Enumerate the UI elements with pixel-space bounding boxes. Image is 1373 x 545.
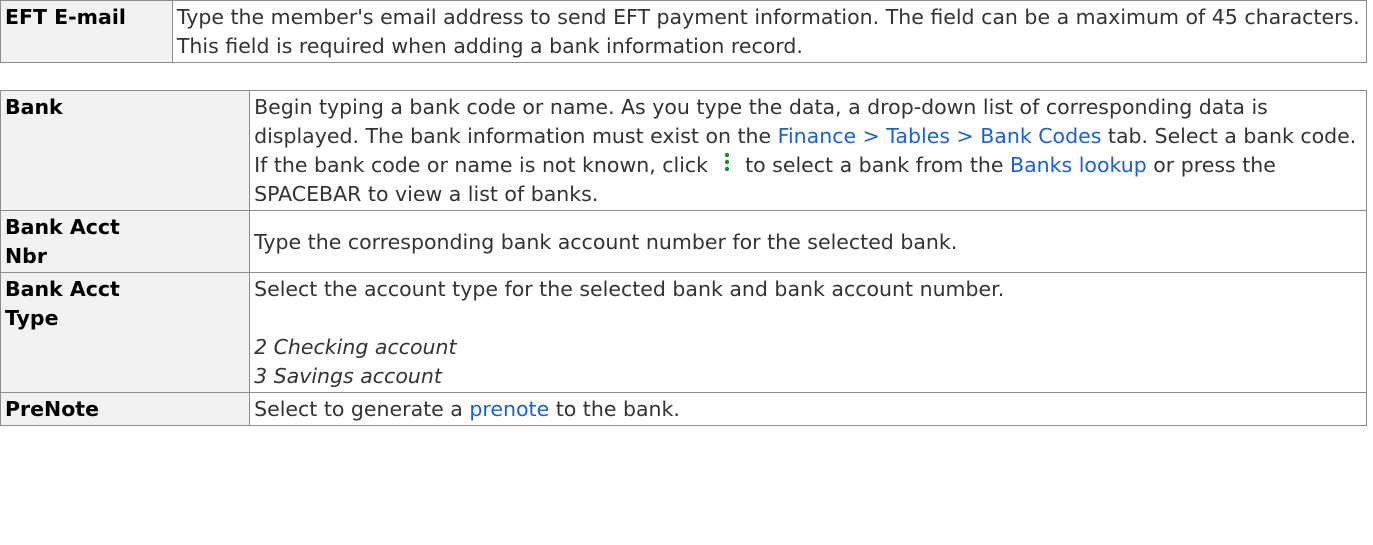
option-checking: 2 Checking account <box>254 335 457 359</box>
field-description-eft-email: Type the member's email address to send … <box>171 0 1368 63</box>
field-label-bank: Bank <box>0 90 251 211</box>
table-row: EFT E-mail Type the member's email addre… <box>0 0 1368 63</box>
bank-acct-type-desc: Select the account type for the selected… <box>254 277 1005 301</box>
bank-fields-table: Bank Begin typing a bank code or name. A… <box>0 90 1367 426</box>
field-label-bank-acct-nbr: Bank Acct Nbr <box>0 210 251 273</box>
label-line-2: Nbr <box>5 244 47 268</box>
finance-bank-codes-link[interactable]: Finance > Tables > Bank Codes <box>778 124 1102 148</box>
field-description-bank: Begin typing a bank code or name. As you… <box>249 90 1367 211</box>
table-row: Bank Begin typing a bank code or name. A… <box>0 90 1367 211</box>
table-row: Bank Acct Nbr Type the corresponding bank… <box>0 210 1367 273</box>
prenote-desc-text-1: Select to generate a <box>254 397 470 421</box>
bank-desc-text-3: to select a bank from the <box>738 153 1011 177</box>
table-row: Bank Acct Type Select the account type fo… <box>0 272 1367 393</box>
label-line-1: Bank Acct <box>5 277 120 301</box>
option-savings: 3 Savings account <box>254 364 442 388</box>
field-description-bank-acct-type: Select the account type for the selected… <box>249 272 1367 393</box>
prenote-desc-text-2: to the bank. <box>549 397 680 421</box>
kebab-icon[interactable] <box>715 152 739 174</box>
label-line-1: Bank Acct <box>5 215 120 239</box>
prenote-link[interactable]: prenote <box>469 397 549 421</box>
field-label-prenote: PreNote <box>0 392 251 426</box>
field-label-bank-acct-type: Bank Acct Type <box>0 272 251 393</box>
label-line-2: Type <box>5 306 59 330</box>
table-row: PreNote Select to generate a prenote to … <box>0 392 1367 426</box>
field-description-bank-acct-nbr: Type the corresponding bank account numb… <box>249 210 1367 273</box>
eft-email-table: EFT E-mail Type the member's email addre… <box>0 0 1368 63</box>
banks-lookup-link[interactable]: Banks lookup <box>1010 153 1147 177</box>
field-description-prenote: Select to generate a prenote to the bank… <box>249 392 1367 426</box>
field-label-eft-email: EFT E-mail <box>0 0 173 63</box>
